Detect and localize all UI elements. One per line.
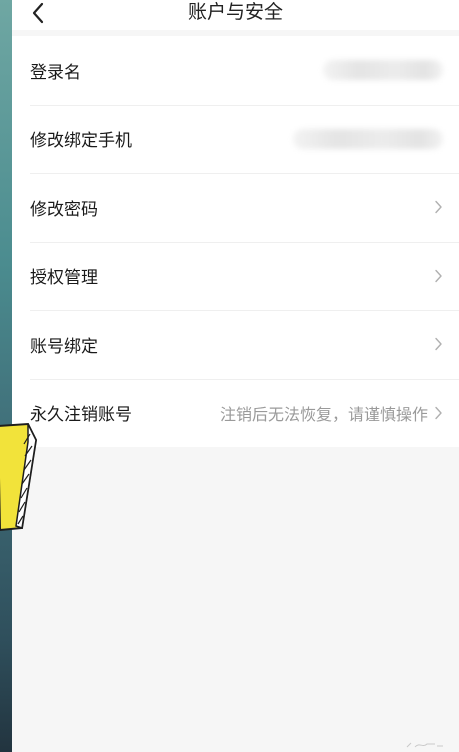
watermark-scribble [406, 742, 443, 748]
row-label: 登录名 [30, 62, 81, 83]
row-right [434, 269, 443, 283]
row-label: 修改绑定手机 [30, 131, 132, 152]
row-login-name[interactable]: 登录名 [12, 36, 459, 105]
row-delete-account[interactable]: 永久注销账号 注销后无法恢复，请谨慎操作 [12, 378, 459, 448]
chevron-right-icon [435, 406, 442, 419]
nav-bar: 账户与安全 [12, 0, 459, 30]
app-screen: 账户与安全 登录名 修改绑定手机 修改密码 授权管理 账号绑定 永久注销账号 注… [12, 0, 459, 752]
chevron-right-icon [435, 201, 442, 214]
row-right: 注销后无法恢复，请谨慎操作 [220, 401, 443, 425]
page-title: 账户与安全 [187, 1, 283, 23]
row-right [434, 337, 443, 351]
masked-value [293, 128, 443, 149]
row-change-password[interactable]: 修改密码 [12, 173, 459, 242]
row-authorization[interactable]: 授权管理 [12, 241, 459, 311]
row-label: 永久注销账号 [30, 405, 132, 426]
row-account-binding[interactable]: 账号绑定 [12, 310, 459, 379]
row-label: 账号绑定 [30, 336, 98, 357]
row-right [293, 128, 443, 149]
row-label: 修改密码 [30, 199, 98, 220]
delete-warning-text: 注销后无法恢复，请谨慎操作 [219, 404, 428, 424]
row-right [323, 60, 443, 81]
row-change-phone[interactable]: 修改绑定手机 [12, 104, 459, 174]
row-right [434, 200, 443, 214]
chevron-right-icon [435, 269, 442, 282]
row-label: 授权管理 [30, 268, 98, 289]
masked-value [323, 60, 443, 81]
settings-list: 登录名 修改绑定手机 修改密码 授权管理 账号绑定 永久注销账号 注销后无法恢复… [12, 36, 459, 447]
chevron-right-icon [435, 338, 442, 351]
sticker-decoration [0, 422, 38, 532]
